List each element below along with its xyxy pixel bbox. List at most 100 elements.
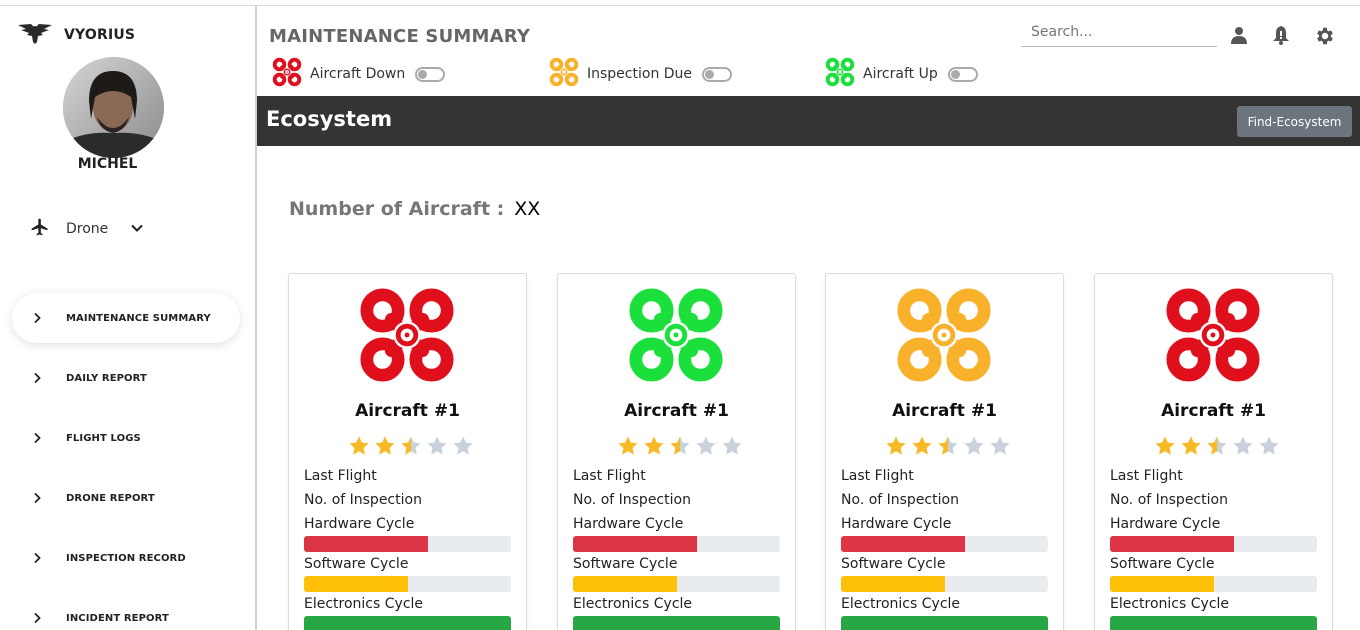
rating-stars — [1154, 435, 1280, 461]
user-name: MICHEL — [77, 156, 138, 172]
legend-label: Aircraft Down — [310, 66, 406, 82]
star-icon — [721, 435, 743, 461]
inspection-count-label: No. of Inspection — [573, 492, 691, 508]
drone-icon — [895, 286, 993, 388]
inspection-count-label: No. of Inspection — [304, 492, 422, 508]
software-cycle-bar — [573, 576, 780, 592]
last-flight-label: Last Flight — [1110, 468, 1183, 484]
aircraft-card[interactable]: Aircraft #1 Last Flight No. of Inspection H… — [288, 273, 527, 630]
aircraft-card[interactable]: Aircraft #1 Last Flight No. of Inspection H… — [1094, 273, 1333, 630]
aircraft-count-value: XX — [514, 198, 541, 220]
hardware-cycle-fill — [1110, 536, 1235, 552]
electronics-cycle-bar — [573, 616, 780, 630]
electronics-cycle-fill — [841, 616, 1048, 630]
aircraft-name: Aircraft #1 — [624, 401, 729, 421]
page-title: MAINTENANCE SUMMARY — [269, 26, 531, 47]
software-cycle-fill — [573, 576, 677, 592]
hardware-cycle-bar — [573, 536, 780, 552]
aircraft-down-toggle[interactable] — [415, 66, 446, 82]
avatar[interactable] — [63, 57, 164, 158]
ecosystem-bar: Ecosystem Find-Ecosystem — [257, 96, 1360, 146]
gear-icon[interactable] — [1314, 25, 1336, 51]
drone-icon — [1164, 286, 1262, 388]
drone-select[interactable]: Drone — [30, 214, 144, 244]
legend-inspection-due: Inspection Due — [549, 57, 733, 91]
hardware-cycle-fill — [573, 536, 698, 552]
inspection-due-toggle[interactable] — [702, 66, 733, 82]
hardware-cycle-fill — [304, 536, 429, 552]
sidebar-item-drone-report[interactable]: DRONE REPORT — [12, 468, 242, 528]
star-icon — [643, 435, 665, 461]
legend-label: Inspection Due — [587, 66, 693, 82]
sidebar-item-label: FLIGHT LOGS — [66, 432, 141, 444]
star-icon — [374, 435, 396, 461]
star-icon — [911, 435, 933, 461]
last-flight-label: Last Flight — [573, 468, 646, 484]
last-flight-label: Last Flight — [304, 468, 377, 484]
sidebar-item-inspection-record[interactable]: INSPECTION RECORD — [12, 528, 242, 588]
drone-select-value: Drone — [66, 221, 109, 237]
electronics-cycle-label: Electronics Cycle — [573, 596, 693, 612]
legend-label: Aircraft Up — [863, 66, 938, 82]
sidebar-item-label: DAILY REPORT — [66, 372, 147, 384]
software-cycle-bar — [1110, 576, 1317, 592]
star-icon — [937, 435, 959, 461]
star-icon — [1154, 435, 1176, 461]
rating-stars — [617, 435, 743, 461]
hardware-cycle-bar — [304, 536, 511, 552]
software-cycle-label: Software Cycle — [841, 556, 946, 572]
aircraft-name: Aircraft #1 — [355, 401, 460, 421]
sidebar-item-label: INCIDENT REPORT — [66, 612, 169, 624]
star-icon — [963, 435, 985, 461]
electronics-cycle-fill — [304, 616, 511, 630]
hardware-cycle-label: Hardware Cycle — [304, 516, 415, 532]
sidebar-item-daily-report[interactable]: DAILY REPORT — [12, 348, 242, 408]
brand[interactable]: VYORIUS — [18, 22, 135, 48]
sidebar-item-incident-report[interactable]: INCIDENT REPORT — [12, 588, 242, 630]
software-cycle-fill — [304, 576, 408, 592]
bell-icon[interactable] — [1272, 25, 1290, 49]
chevron-right-icon — [32, 432, 46, 444]
eagle-logo-icon — [18, 22, 52, 48]
software-cycle-label: Software Cycle — [573, 556, 678, 572]
aircraft-card[interactable]: Aircraft #1 Last Flight No. of Inspection H… — [825, 273, 1064, 630]
star-icon — [1258, 435, 1280, 461]
inspection-count-label: No. of Inspection — [1110, 492, 1228, 508]
aircraft-count-label: Number of Aircraft : — [289, 198, 505, 220]
chevron-right-icon — [32, 372, 46, 384]
hardware-cycle-label: Hardware Cycle — [841, 516, 952, 532]
star-icon — [400, 435, 422, 461]
star-icon — [885, 435, 907, 461]
sidebar-item-maintenance-summary[interactable]: MAINTENANCE SUMMARY — [12, 288, 242, 348]
inspection-count-label: No. of Inspection — [841, 492, 959, 508]
software-cycle-label: Software Cycle — [304, 556, 409, 572]
legend-aircraft-up: Aircraft Up — [825, 57, 978, 91]
software-cycle-bar — [841, 576, 1048, 592]
find-ecosystem-button[interactable]: Find-Ecosystem — [1237, 106, 1352, 137]
drone-icon — [627, 286, 725, 388]
search-input[interactable] — [1021, 17, 1217, 47]
star-icon — [989, 435, 1011, 461]
legend-aircraft-down: Aircraft Down — [272, 57, 446, 91]
electronics-cycle-bar — [1110, 616, 1317, 630]
sidebar-nav: MAINTENANCE SUMMARY DAILY REPORT FLIGHT … — [12, 288, 242, 630]
aircraft-up-toggle[interactable] — [947, 66, 978, 82]
drone-icon — [549, 57, 579, 91]
aircraft-name: Aircraft #1 — [892, 401, 997, 421]
rating-stars — [348, 435, 474, 461]
sidebar-item-flight-logs[interactable]: FLIGHT LOGS — [12, 408, 242, 468]
star-icon — [1232, 435, 1254, 461]
software-cycle-bar — [304, 576, 511, 592]
star-icon — [695, 435, 717, 461]
user-icon[interactable] — [1229, 25, 1249, 49]
electronics-cycle-label: Electronics Cycle — [304, 596, 424, 612]
sidebar-item-label: MAINTENANCE SUMMARY — [66, 312, 211, 324]
chevron-right-icon — [32, 312, 46, 324]
rating-stars — [885, 435, 1011, 461]
star-icon — [1180, 435, 1202, 461]
star-icon — [348, 435, 370, 461]
aircraft-card[interactable]: Aircraft #1 Last Flight No. of Inspection H… — [557, 273, 796, 630]
drone-icon — [358, 286, 456, 388]
software-cycle-label: Software Cycle — [1110, 556, 1215, 572]
electronics-cycle-bar — [841, 616, 1048, 630]
